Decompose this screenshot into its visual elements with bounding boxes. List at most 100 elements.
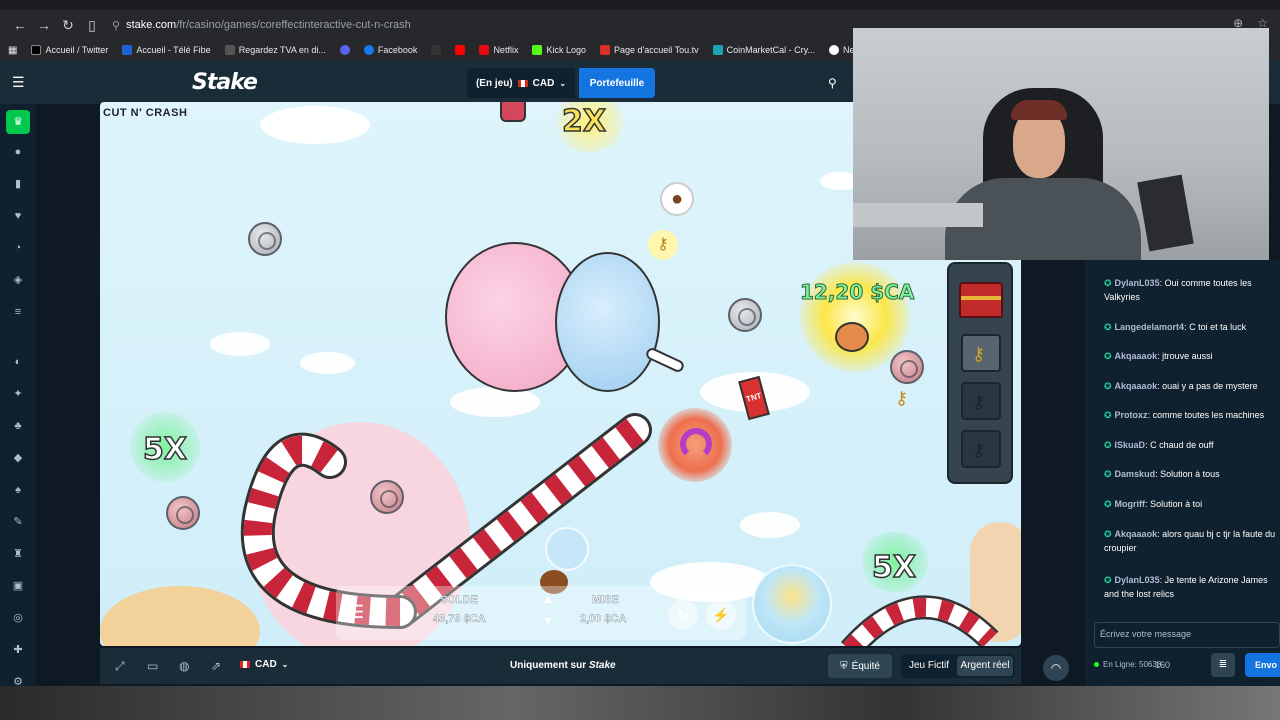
casino-icon[interactable]: ♛: [6, 110, 30, 134]
bookmark-10[interactable]: CoinMarketCal - Cry...: [712, 45, 815, 55]
only-on-brand: Stake: [588, 660, 616, 671]
slots-icon[interactable]: ✦: [10, 386, 26, 402]
globe-icon[interactable]: ◎: [10, 610, 26, 626]
key-icon: ⚷: [648, 230, 678, 260]
sidebar-toggle-icon[interactable]: ▯: [80, 17, 104, 34]
bookmark-icon: [431, 45, 442, 55]
balance-selector[interactable]: (En jeu) CAD ⌄: [467, 68, 575, 98]
magnet-icon: [680, 428, 712, 460]
originals-icon[interactable]: ◐: [10, 354, 26, 370]
chat-text: Solution à toi: [1150, 499, 1203, 509]
chat-username[interactable]: Protoxz: [1115, 410, 1148, 420]
bet-up-icon[interactable]: ▲: [542, 592, 554, 606]
bookmark-4[interactable]: Facebook: [363, 45, 417, 55]
challenges-icon[interactable]: ◈: [10, 272, 26, 288]
stats-icon[interactable]: ◍: [179, 659, 189, 673]
support-headset-icon[interactable]: ◠: [1043, 655, 1069, 681]
chat-rules-button[interactable]: ≣: [1211, 653, 1235, 677]
back-icon[interactable]: ←: [8, 17, 32, 33]
address-bar[interactable]: ⚲ stake.com/fr/casino/games/coreffectint…: [112, 13, 411, 37]
bookmark-3[interactable]: [339, 45, 350, 55]
chat-username[interactable]: ISkuaD: [1115, 440, 1146, 450]
blackjack-icon[interactable]: ♠: [10, 482, 26, 498]
cloud: [740, 512, 800, 538]
chat-username[interactable]: Akqaaaok: [1115, 381, 1158, 391]
star-icon: ✪: [1104, 322, 1112, 332]
chat-username[interactable]: DylanL035: [1115, 278, 1160, 288]
sports-icon[interactable]: ●: [10, 144, 26, 160]
list-icon[interactable]: ≡: [10, 304, 26, 320]
wallet-icon[interactable]: ▣: [10, 578, 26, 594]
autoplay-button[interactable]: ↻: [668, 600, 698, 630]
facebook-icon: [363, 45, 374, 55]
key-icon: ⚷: [972, 392, 986, 412]
chat-input[interactable]: Écrivez votre message: [1094, 622, 1280, 648]
roulette-icon[interactable]: ✎: [10, 514, 26, 530]
site-info-icon[interactable]: ⚲: [112, 19, 120, 32]
chat-message: ✪ Akqaaaok: ouai y a pas de mystere: [1104, 381, 1258, 391]
key-slot-2: ⚷: [961, 382, 1001, 420]
star-icon: ✪: [1104, 529, 1112, 539]
discord-icon: [339, 45, 350, 55]
bookmark-9[interactable]: Page d'accueil Tou.tv: [599, 45, 699, 55]
currency-selector[interactable]: CAD ⌄: [240, 659, 288, 670]
apps-icon[interactable]: ▦: [8, 45, 17, 56]
turbo-button[interactable]: ⚡: [706, 600, 736, 630]
only-on-label: Uniquement sur: [510, 660, 587, 671]
mode-fictive[interactable]: Jeu Fictif: [903, 656, 955, 676]
donut-decoration: [100, 586, 260, 646]
monitor: [1137, 174, 1194, 252]
chat-username[interactable]: Damskud: [1115, 469, 1156, 479]
menu-icon[interactable]: ☰: [12, 74, 25, 91]
recent-icon[interactable]: ◔: [10, 240, 26, 256]
search-icon[interactable]: ⚲: [828, 76, 837, 90]
gift-icon[interactable]: ✚: [10, 642, 26, 658]
bookmark-0[interactable]: Accueil / Twitter: [31, 45, 108, 55]
mise-label: MISE: [592, 594, 619, 606]
forward-icon[interactable]: →: [32, 17, 56, 33]
crown-icon[interactable]: ♜: [10, 546, 26, 562]
chat-text: C chaud de ouff: [1150, 440, 1214, 450]
play-button[interactable]: [752, 564, 832, 644]
popout-icon[interactable]: ⇗: [211, 659, 221, 673]
fullscreen-icon[interactable]: ⤢: [115, 659, 125, 674]
favorites-icon[interactable]: ♥: [10, 208, 26, 224]
star-icon: ✪: [1104, 410, 1112, 420]
chat-username[interactable]: Mogriff: [1115, 499, 1146, 509]
chat-username[interactable]: Langedelamort4: [1115, 322, 1185, 332]
candy-cane-arch: [840, 595, 999, 646]
kick-icon: [532, 45, 543, 55]
wallet-button[interactable]: Portefeuille: [579, 68, 655, 98]
chat-message: ✪ Damskud: Solution à tous: [1104, 469, 1220, 479]
stake-logo[interactable]: Stake: [192, 70, 258, 95]
bookmark-8[interactable]: Kick Logo: [532, 45, 586, 55]
chat-message: ✪ Langedelamort4: C toi et ta luck: [1104, 322, 1247, 332]
chat-username[interactable]: DylanL035: [1115, 575, 1160, 585]
bookmark-icon[interactable]: ▮: [10, 176, 26, 192]
character-icon: [835, 322, 869, 352]
theatre-mode-icon[interactable]: ▭: [147, 659, 158, 673]
bookmark-7[interactable]: Netflix: [479, 45, 518, 55]
fairness-button[interactable]: ⛨ Équité: [828, 654, 892, 678]
bookmark-2[interactable]: Regardez TVA en di...: [224, 45, 326, 55]
bookmark-icon: [31, 45, 42, 55]
game-controls-bar: ⤢ ▭ ◍ ⇗ CAD ⌄ Uniquement sur Stake ⛨ Équ…: [100, 648, 1021, 684]
solde-label: SOLDE: [440, 594, 478, 606]
cotton-candy-blue: [555, 252, 660, 392]
key-slot-1: ⚷: [961, 334, 1001, 372]
bet-down-icon[interactable]: ▼: [542, 614, 554, 628]
bookmark-6[interactable]: [455, 45, 466, 55]
bookmark-1[interactable]: Accueil - Télé Fibe: [122, 45, 211, 55]
bookmark-5[interactable]: [431, 45, 442, 55]
bookmark-icon: [122, 45, 133, 55]
chat-username[interactable]: Akqaaaok: [1115, 351, 1158, 361]
send-button[interactable]: Envo: [1245, 653, 1280, 677]
live-casino-icon[interactable]: ♣: [10, 418, 26, 434]
mode-real[interactable]: Argent réel: [957, 656, 1013, 676]
reload-icon[interactable]: ↻: [56, 17, 80, 34]
star-icon: ✪: [1104, 469, 1112, 479]
game-shows-icon[interactable]: ◆: [10, 450, 26, 466]
chat-username[interactable]: Akqaaaok: [1115, 529, 1158, 539]
menu-icon[interactable]: ☰: [348, 602, 364, 623]
play-mode-toggle[interactable]: Jeu Fictif Argent réel: [901, 654, 1015, 678]
